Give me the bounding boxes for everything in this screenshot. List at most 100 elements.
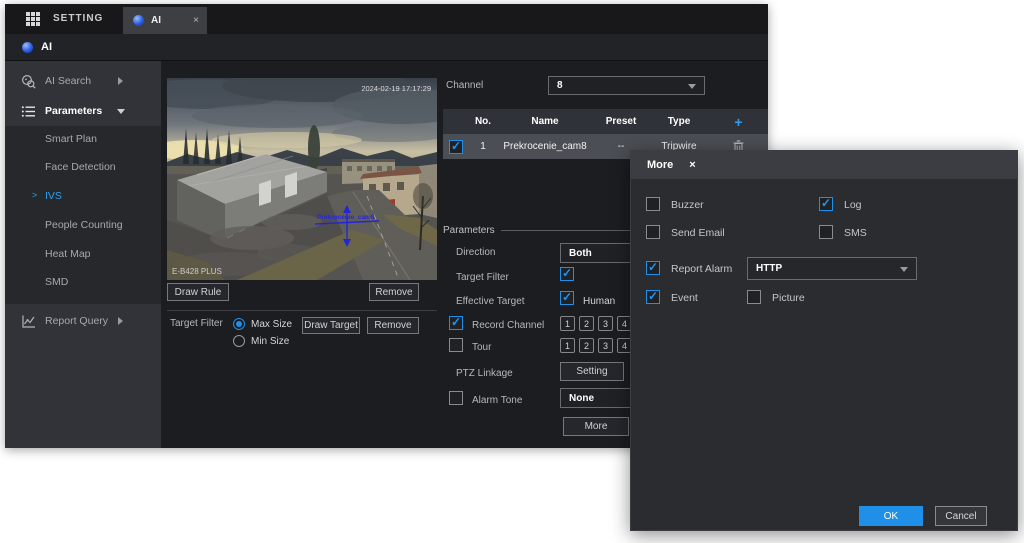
sidebar-item-heat-map[interactable]: Heat Map	[5, 240, 161, 268]
close-icon[interactable]: ×	[689, 159, 695, 171]
row-checkbox[interactable]	[449, 140, 463, 154]
remove-target-button[interactable]: Remove	[367, 317, 419, 334]
more-dialog-title: More	[647, 159, 673, 171]
sidebar-item-smd[interactable]: SMD	[5, 268, 161, 296]
alarm-tone-checkbox[interactable]	[449, 391, 463, 405]
tour-channel-1[interactable]: 1	[560, 338, 575, 353]
min-size-radio[interactable]	[233, 335, 245, 347]
sidebar-item-smart-plan[interactable]: Smart Plan	[5, 125, 161, 153]
camera-preview[interactable]: Prekrocenie_cam8 2024-02-19 17:17:29 E-B…	[167, 78, 437, 280]
sidebar-item-label: SMD	[45, 276, 68, 288]
report-alarm-dropdown[interactable]: HTTP	[747, 257, 917, 280]
record-channel-checkbox[interactable]	[449, 316, 463, 330]
sidebar-item-label: Report Query	[45, 315, 108, 327]
send-email-label: Send Email	[671, 227, 725, 239]
tab-close-icon[interactable]: ×	[193, 15, 199, 26]
col-no: No.	[469, 116, 497, 127]
sidebar-item-report-query[interactable]: Report Query	[5, 307, 161, 335]
max-size-label: Max Size	[251, 319, 292, 330]
page-header: AI	[5, 34, 768, 61]
parameters-list-icon	[21, 104, 36, 119]
record-channel-1[interactable]: 1	[560, 316, 575, 331]
report-alarm-label: Report Alarm	[671, 263, 732, 275]
top-tab-strip: SETTING AI ×	[5, 4, 768, 34]
report-alarm-checkbox[interactable]	[646, 261, 660, 275]
add-rule-icon[interactable]: +	[734, 114, 742, 130]
target-filter-label: Target Filter	[170, 318, 223, 329]
sidebar-item-label: Parameters	[45, 105, 102, 117]
sidebar-item-label: IVS	[45, 190, 62, 202]
setting-menu-label[interactable]: SETTING	[53, 13, 103, 24]
sidebar-item-label: Smart Plan	[45, 133, 97, 145]
cancel-button[interactable]: Cancel	[935, 506, 987, 526]
sidebar-item-ivs[interactable]: > IVS	[5, 182, 161, 210]
tour-checkbox[interactable]	[449, 338, 463, 352]
sidebar-item-ai-search[interactable]: AI Search	[5, 67, 161, 95]
more-dialog: More × Buzzer Log Send Email SMS Report …	[630, 150, 1018, 531]
record-channel-2[interactable]: 2	[579, 316, 594, 331]
event-label: Event	[671, 292, 698, 304]
more-button[interactable]: More	[563, 417, 629, 436]
log-label: Log	[844, 199, 862, 211]
screen: SETTING AI × AI AI Search	[0, 0, 1024, 543]
human-checkbox[interactable]	[560, 291, 574, 305]
picture-checkbox[interactable]	[747, 290, 761, 304]
channel-value: 8	[557, 80, 563, 91]
direction-label: Direction	[456, 247, 495, 258]
divider	[167, 310, 437, 311]
tab-ai[interactable]: AI ×	[123, 7, 207, 34]
sidebar-item-parameters[interactable]: Parameters	[5, 97, 161, 125]
sms-checkbox[interactable]	[819, 225, 833, 239]
apps-grid-icon[interactable]	[26, 12, 40, 26]
sidebar-item-people-counting[interactable]: People Counting	[5, 211, 161, 239]
draw-target-button[interactable]: Draw Target	[302, 317, 360, 334]
record-channel-3[interactable]: 3	[598, 316, 613, 331]
sidebar: AI Search Parameters Smart Plan Face Det…	[5, 61, 161, 448]
target-filter-param-label: Target Filter	[456, 272, 509, 283]
channel-dropdown[interactable]: 8	[548, 76, 705, 95]
record-channel-label: Record Channel	[472, 320, 544, 331]
max-size-radio[interactable]	[233, 318, 245, 330]
rules-table-header: No. Name Preset Type +	[443, 109, 768, 134]
alarm-tone-label: Alarm Tone	[472, 395, 522, 406]
ptz-linkage-label: PTZ Linkage	[456, 368, 513, 379]
chevron-down-icon	[900, 267, 908, 272]
picture-label: Picture	[772, 292, 805, 304]
tour-channel-3[interactable]: 3	[598, 338, 613, 353]
buzzer-label: Buzzer	[671, 199, 704, 211]
report-query-icon	[21, 314, 36, 329]
ok-button[interactable]: OK	[859, 506, 923, 526]
more-dialog-titlebar: More ×	[631, 151, 1017, 179]
sidebar-item-label: AI Search	[45, 75, 91, 87]
human-label: Human	[583, 296, 615, 307]
camera-scene: Prekrocenie_cam8 2024-02-19 17:17:29 E-B…	[167, 78, 437, 280]
target-filter-checkbox[interactable]	[560, 267, 574, 281]
min-size-label: Min Size	[251, 336, 289, 347]
ai-search-icon	[21, 74, 36, 89]
ai-orb-icon	[22, 42, 33, 53]
draw-rule-button[interactable]: Draw Rule	[167, 283, 229, 301]
channel-label: Channel	[446, 80, 483, 91]
col-type: Type	[649, 116, 709, 127]
expand-right-icon	[118, 77, 123, 85]
col-name: Name	[497, 116, 593, 127]
effective-target-label: Effective Target	[456, 296, 525, 307]
send-email-checkbox[interactable]	[646, 225, 660, 239]
log-checkbox[interactable]	[819, 197, 833, 211]
ptz-setting-button[interactable]: Setting	[560, 362, 624, 381]
page-title: AI	[41, 41, 52, 53]
remove-rule-button[interactable]: Remove	[369, 283, 419, 301]
ai-orb-icon	[133, 15, 144, 26]
tour-channel-2[interactable]: 2	[579, 338, 594, 353]
buzzer-checkbox[interactable]	[646, 197, 660, 211]
osd-camera-name: E-B428 PLUS	[172, 267, 222, 276]
sidebar-item-face-detection[interactable]: Face Detection	[5, 153, 161, 181]
sidebar-item-label: Face Detection	[45, 161, 116, 173]
collapse-down-icon	[117, 109, 125, 114]
tab-ai-label: AI	[151, 15, 161, 26]
tour-label: Tour	[472, 342, 491, 353]
osd-timestamp: 2024-02-19 17:17:29	[361, 84, 431, 93]
event-checkbox[interactable]	[646, 290, 660, 304]
col-preset: Preset	[593, 116, 649, 127]
cell-no: 1	[469, 141, 497, 152]
